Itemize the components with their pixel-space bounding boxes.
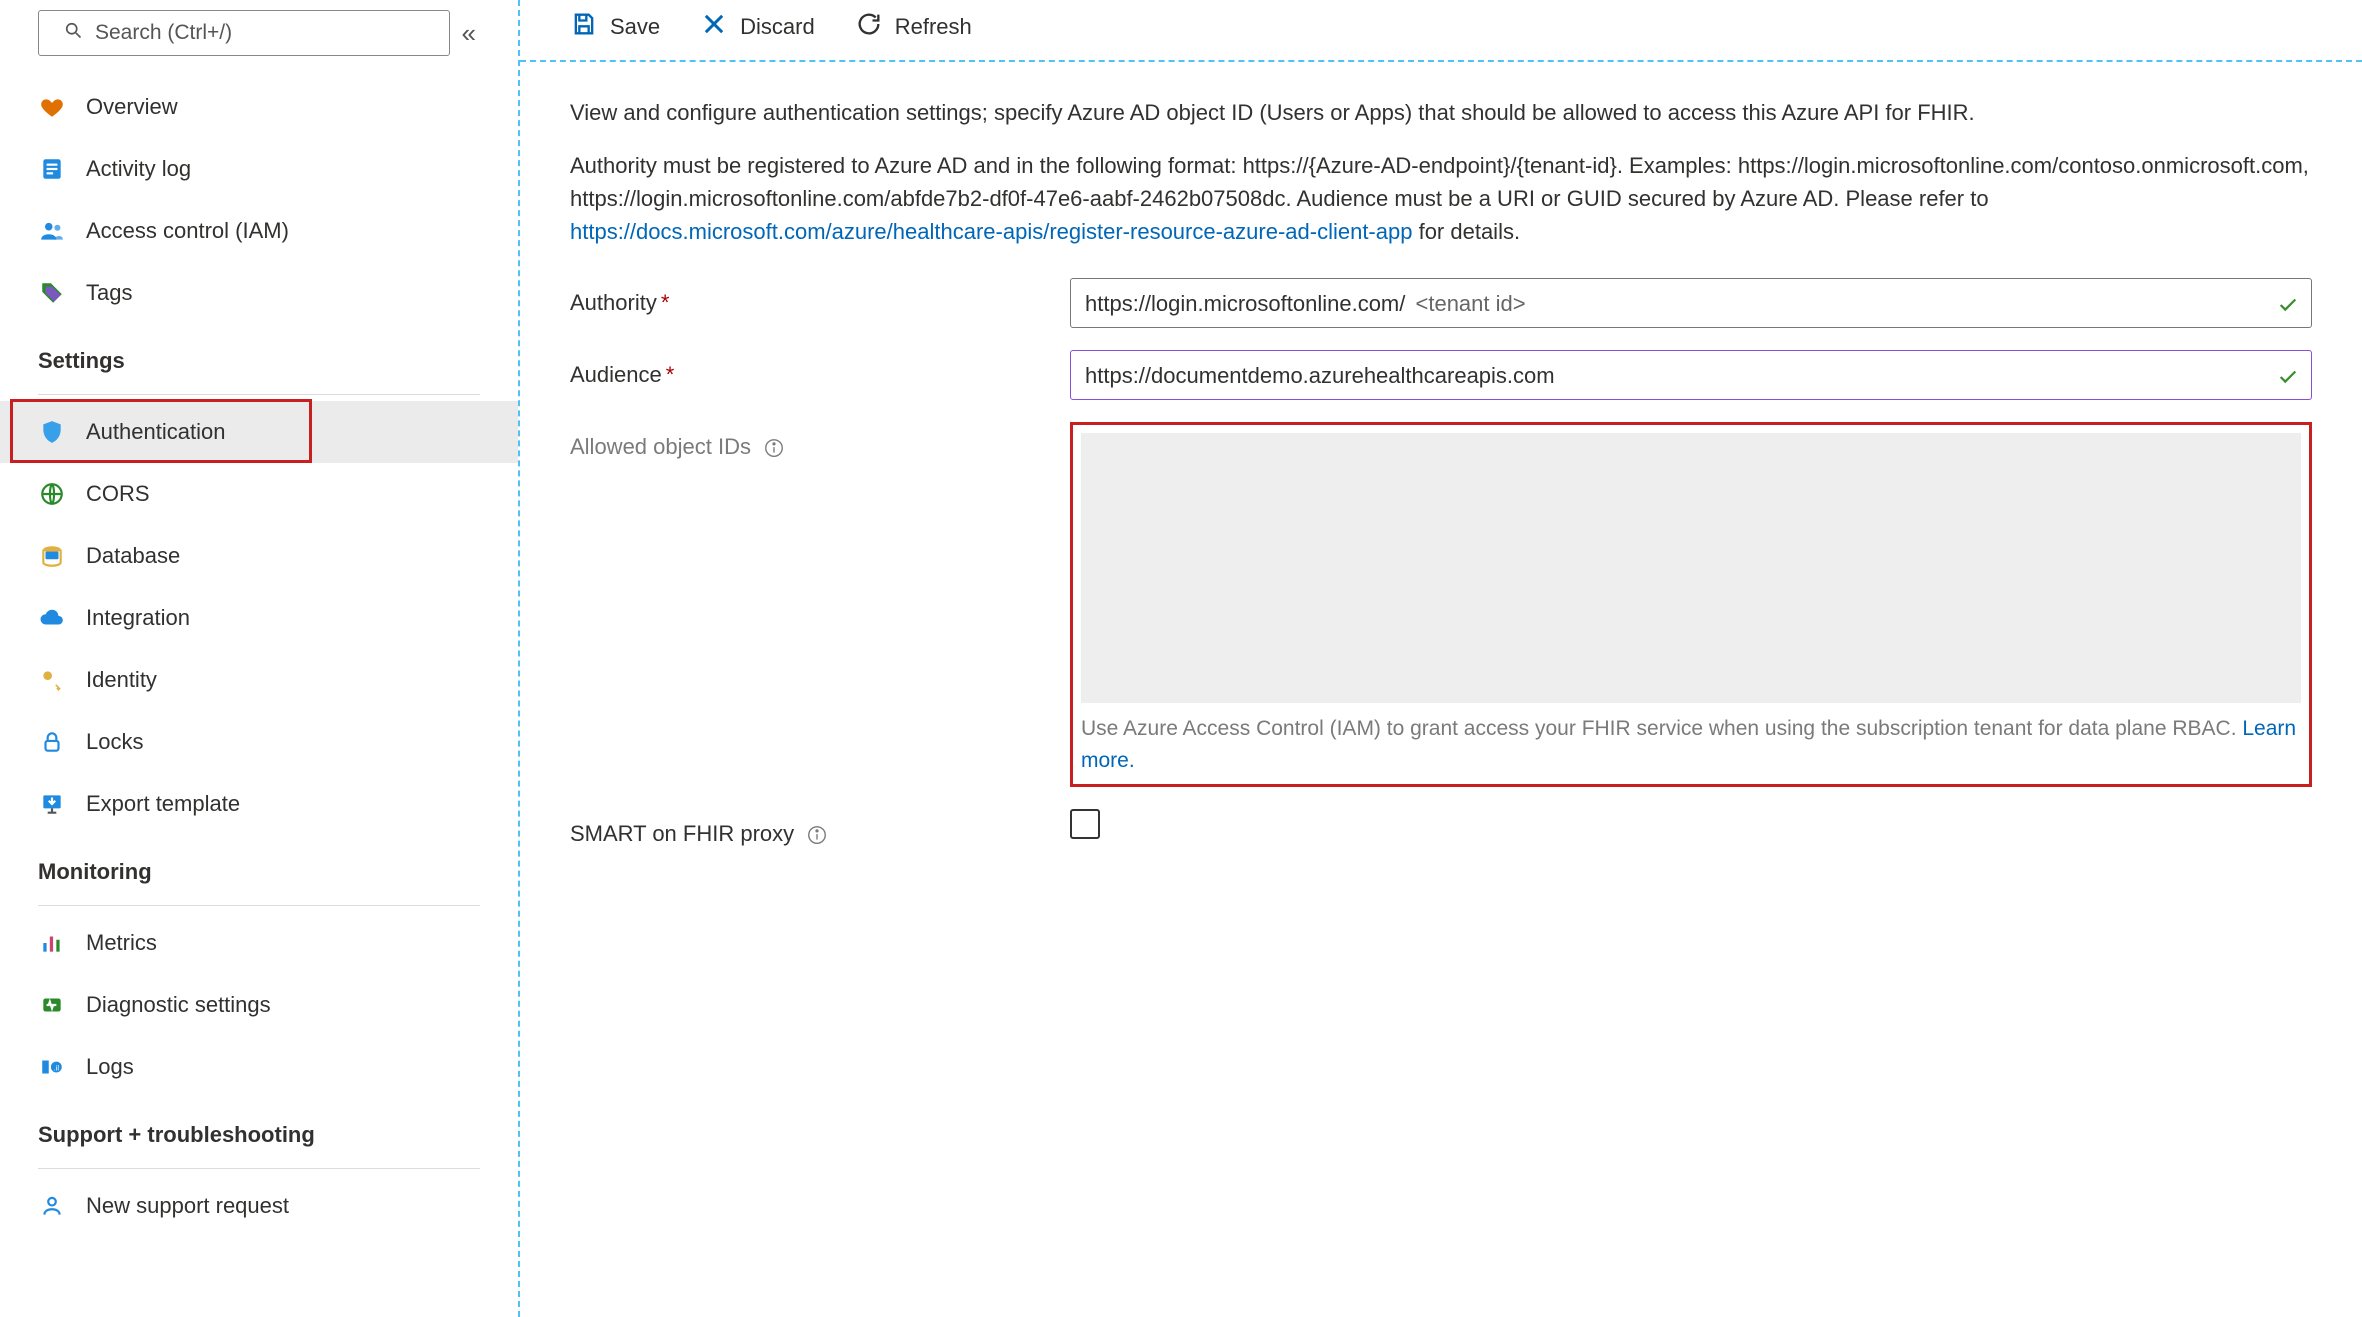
sidebar-item-label: Database: [86, 543, 180, 569]
diagnostic-icon: [38, 991, 66, 1019]
audience-label: Audience*: [570, 350, 1070, 391]
section-heading-support: Support + troubleshooting: [0, 1098, 518, 1154]
smart-fhir-checkbox[interactable]: [1070, 809, 1100, 839]
audience-row: Audience* https://documentdemo.azureheal…: [570, 350, 2312, 400]
sidebar-item-diagnostic[interactable]: Diagnostic settings: [0, 974, 518, 1036]
toolbar: Save Discard Refresh: [520, 0, 2362, 62]
discard-label: Discard: [740, 14, 815, 40]
svg-text:.il: .il: [54, 1063, 60, 1072]
sidebar-item-label: Overview: [86, 94, 178, 120]
section-heading-settings: Settings: [0, 324, 518, 380]
section-heading-monitoring: Monitoring: [0, 835, 518, 891]
support-icon: [38, 1192, 66, 1220]
shield-icon: [38, 418, 66, 446]
audience-input[interactable]: https://documentdemo.azurehealthcareapis…: [1070, 350, 2312, 400]
sidebar: Search (Ctrl+/) « Overview Activity log: [0, 0, 520, 1317]
save-label: Save: [610, 14, 660, 40]
highlight-box: Use Azure Access Control (IAM) to grant …: [1070, 422, 2312, 787]
search-placeholder: Search (Ctrl+/): [95, 21, 232, 45]
sidebar-item-export-template[interactable]: Export template: [0, 773, 518, 835]
sidebar-item-activity-log[interactable]: Activity log: [0, 138, 518, 200]
sidebar-item-label: New support request: [86, 1193, 289, 1219]
export-icon: [38, 790, 66, 818]
sidebar-item-label: Authentication: [86, 419, 225, 445]
discard-button[interactable]: Discard: [700, 10, 815, 44]
info-icon[interactable]: [763, 437, 785, 459]
sidebar-item-label: Metrics: [86, 930, 157, 956]
sidebar-item-identity[interactable]: Identity: [0, 649, 518, 711]
divider: [38, 394, 480, 395]
database-icon: [38, 542, 66, 570]
sidebar-item-label: Tags: [86, 280, 132, 306]
collapse-icon[interactable]: «: [458, 18, 480, 49]
allowed-ids-label: Allowed object IDs: [570, 422, 1070, 463]
sidebar-item-database[interactable]: Database: [0, 525, 518, 587]
sidebar-item-locks[interactable]: Locks: [0, 711, 518, 773]
metrics-icon: [38, 929, 66, 957]
sidebar-item-logs[interactable]: .il Logs: [0, 1036, 518, 1098]
search-input[interactable]: Search (Ctrl+/): [38, 10, 450, 56]
details-text: Authority must be registered to Azure AD…: [570, 149, 2312, 248]
sidebar-item-tags[interactable]: Tags: [0, 262, 518, 324]
docs-link[interactable]: https://docs.microsoft.com/azure/healthc…: [570, 219, 1412, 244]
refresh-label: Refresh: [895, 14, 972, 40]
sidebar-item-label: Locks: [86, 729, 143, 755]
sidebar-item-label: Identity: [86, 667, 157, 693]
sidebar-item-label: CORS: [86, 481, 150, 507]
globe-arrows-icon: [38, 480, 66, 508]
tag-icon: [38, 279, 66, 307]
authority-input[interactable]: https://login.microsoftonline.com/ <tena…: [1070, 278, 2312, 328]
sidebar-item-cors[interactable]: CORS: [0, 463, 518, 525]
sidebar-item-overview[interactable]: Overview: [0, 76, 518, 138]
sidebar-item-authentication[interactable]: Authentication: [0, 401, 518, 463]
sidebar-item-label: Integration: [86, 605, 190, 631]
sidebar-item-label: Logs: [86, 1054, 134, 1080]
allowed-ids-row: Allowed object IDs Use Azure Access Cont…: [570, 422, 2312, 787]
intro-text: View and configure authentication settin…: [570, 96, 2312, 129]
sidebar-item-label: Access control (IAM): [86, 218, 289, 244]
heart-icon: [38, 93, 66, 121]
sidebar-item-metrics[interactable]: Metrics: [0, 912, 518, 974]
refresh-icon: [855, 10, 883, 44]
x-icon: [700, 10, 728, 44]
sidebar-item-label: Activity log: [86, 156, 191, 182]
sidebar-item-access-control[interactable]: Access control (IAM): [0, 200, 518, 262]
sidebar-item-label: Diagnostic settings: [86, 992, 271, 1018]
authority-row: Authority* https://login.microsoftonline…: [570, 278, 2312, 328]
save-icon: [570, 10, 598, 44]
authority-label: Authority*: [570, 278, 1070, 319]
log-icon: [38, 155, 66, 183]
logs-icon: .il: [38, 1053, 66, 1081]
key-icon: [38, 666, 66, 694]
search-icon: [63, 20, 83, 46]
people-icon: [38, 217, 66, 245]
save-button[interactable]: Save: [570, 10, 660, 44]
main-content: Save Discard Refresh View and configure …: [520, 0, 2362, 1317]
sidebar-item-label: Export template: [86, 791, 240, 817]
info-icon[interactable]: [806, 824, 828, 846]
allowed-ids-caption: Use Azure Access Control (IAM) to grant …: [1081, 713, 2301, 776]
divider: [38, 1168, 480, 1169]
divider: [38, 905, 480, 906]
cloud-icon: [38, 604, 66, 632]
valid-check-icon: [2277, 364, 2299, 386]
lock-icon: [38, 728, 66, 756]
valid-check-icon: [2277, 292, 2299, 314]
refresh-button[interactable]: Refresh: [855, 10, 972, 44]
smart-fhir-row: SMART on FHIR proxy: [570, 809, 2312, 850]
allowed-ids-textarea[interactable]: [1081, 433, 2301, 703]
sidebar-item-integration[interactable]: Integration: [0, 587, 518, 649]
smart-fhir-label: SMART on FHIR proxy: [570, 809, 1070, 850]
sidebar-item-new-support[interactable]: New support request: [0, 1175, 518, 1237]
